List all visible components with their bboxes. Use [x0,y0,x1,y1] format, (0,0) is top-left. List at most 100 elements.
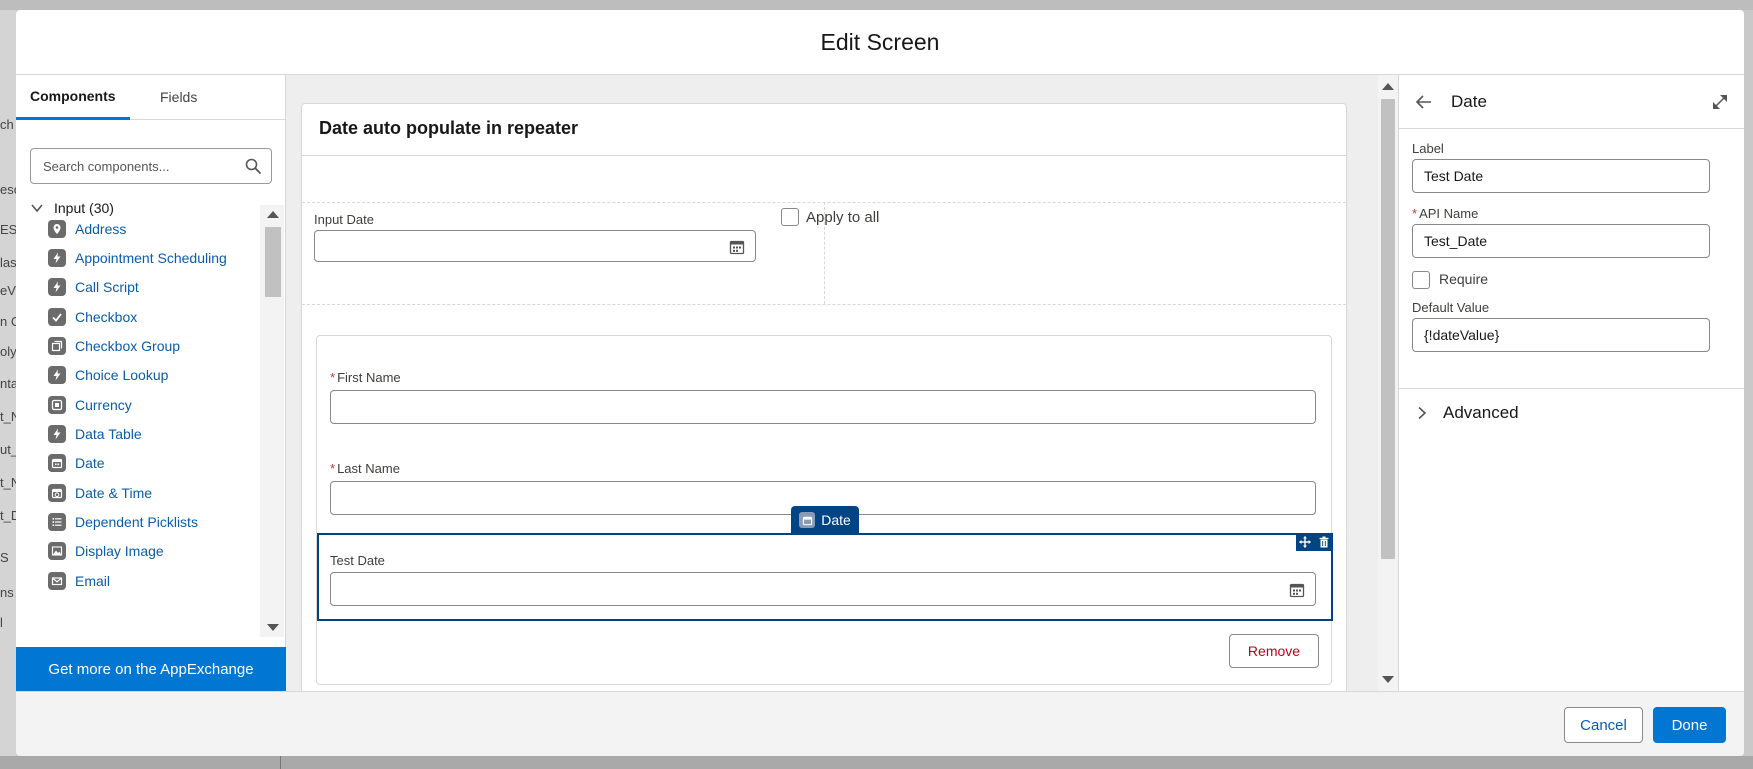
background-fragment: t_N [0,475,16,490]
component-choice-lookup[interactable]: Choice Lookup [48,364,168,386]
label-input[interactable] [1413,160,1709,192]
chevron-down-icon [31,204,43,213]
first-name-field[interactable] [330,390,1316,424]
scrollbar-thumb[interactable] [1381,99,1395,559]
expand-icon[interactable] [1712,94,1728,110]
back-arrow-icon[interactable] [1415,93,1433,111]
component-data-table[interactable]: Data Table [48,423,142,445]
component-date[interactable]: Date [48,452,105,474]
apply-to-all-label: Apply to all [806,209,880,226]
component-currency[interactable]: Currency [48,394,132,416]
scroll-up-arrow-icon[interactable] [267,211,279,218]
modal-header: Edit Screen [16,10,1744,75]
components-panel: Components Fields Input (30) Address App… [16,75,286,691]
calendar-icon[interactable] [1289,582,1305,598]
cancel-button[interactable]: Cancel [1564,707,1643,743]
background-fragment: l [0,615,3,630]
component-checkbox-group[interactable]: Checkbox Group [48,335,180,357]
currency-icon [48,396,66,414]
label-field-label: Label [1412,141,1444,156]
scroll-down-arrow-icon[interactable] [1382,676,1394,683]
component-address[interactable]: Address [48,218,126,240]
background-fragment: ns [0,585,14,600]
require-checkbox[interactable] [1412,271,1430,289]
test-date-field[interactable] [330,572,1316,606]
component-label: Date & Time [75,485,153,501]
input-date-field[interactable] [314,230,756,262]
selected-test-date-component[interactable]: Test Date [317,533,1333,621]
calendar-icon [799,512,816,528]
appexchange-link[interactable]: Get more on the AppExchange [16,647,286,691]
modal-footer: Cancel Done [16,691,1744,756]
screen-canvas: Date auto populate in repeater Input Dat… [286,75,1398,691]
label-field[interactable] [1412,159,1710,193]
search-components-input[interactable] [31,149,241,183]
default-value-field[interactable] [1412,318,1710,352]
lightning-icon [48,425,66,443]
component-label: Data Table [75,426,142,442]
component-appointment-scheduling[interactable]: Appointment Scheduling [48,247,227,269]
tab-fields[interactable]: Fields [146,75,211,120]
move-icon[interactable] [1299,536,1312,548]
component-checkbox[interactable]: Checkbox [48,306,137,328]
tab-components[interactable]: Components [16,75,130,120]
component-label: Date [75,455,105,471]
component-call-script[interactable]: Call Script [48,276,139,298]
required-marker: * [330,370,336,385]
default-value-input[interactable] [1413,319,1709,351]
calendar-clock-icon [48,484,66,502]
section-input-toggle[interactable]: Input (30) [30,198,114,218]
background-left-column: ch eso ES las eV n C oly nta t_N ut_ t_N… [0,10,16,769]
properties-title: Date [1451,92,1487,111]
api-name-field[interactable] [1412,224,1710,258]
component-label: Appointment Scheduling [75,250,227,266]
component-display-image[interactable]: Display Image [48,540,164,562]
background-fragment: eso [0,182,16,197]
component-label: Checkbox Group [75,338,181,354]
calendar-icon[interactable] [729,239,745,255]
background-divider [280,756,281,769]
first-name-label: * First Name [330,370,401,385]
required-marker: * [1412,206,1418,221]
last-name-label: * Last Name [330,461,400,476]
canvas-scrollbar[interactable] [1378,75,1398,691]
background-fragment: ch [0,117,14,132]
chevron-right-icon [1418,406,1427,420]
lightning-icon [48,249,66,267]
scrollbar-thumb[interactable] [265,227,281,297]
selected-component-label: Date [821,512,851,528]
delete-icon[interactable] [1318,536,1330,548]
map-pin-icon [48,220,66,238]
test-date-label: Test Date [330,553,385,568]
done-button[interactable]: Done [1653,707,1726,743]
background-fragment: t_D [0,508,16,523]
api-name-input[interactable] [1413,225,1709,257]
list-icon [48,513,66,531]
component-date-time[interactable]: Date & Time [48,482,152,504]
screen-title: Date auto populate in repeater [319,118,579,138]
scroll-down-arrow-icon[interactable] [267,624,279,631]
advanced-section-toggle[interactable]: Advanced [1415,403,1519,423]
search-icon[interactable] [245,158,261,174]
component-email[interactable]: Email [48,570,110,592]
checkbox-group-icon [48,337,66,355]
component-label: Checkbox [75,309,138,325]
first-name-input[interactable] [331,391,1315,423]
background-fragment: oly [0,344,16,359]
background-fragment: nta [0,376,16,391]
background-topbar [0,0,1753,10]
properties-panel: Date Label *API Name Require Default Val… [1398,75,1744,691]
component-label: Currency [75,397,132,413]
background-fragment: ut_ [0,442,16,457]
components-list: Address Appointment Scheduling Call Scri… [16,218,260,638]
component-dependent-picklists[interactable]: Dependent Picklists [48,511,198,533]
component-tools [1296,533,1333,551]
components-scrollbar[interactable] [260,205,284,637]
required-marker: * [330,461,336,476]
remove-button[interactable]: Remove [1229,634,1319,668]
repeater-item: * First Name * Last Name Date Test Date … [316,335,1333,685]
edit-screen-modal: Edit Screen Components Fields Input (30)… [16,10,1744,756]
scroll-up-arrow-icon[interactable] [1382,83,1394,90]
calendar-icon [48,454,66,472]
apply-to-all-checkbox[interactable] [781,208,799,226]
